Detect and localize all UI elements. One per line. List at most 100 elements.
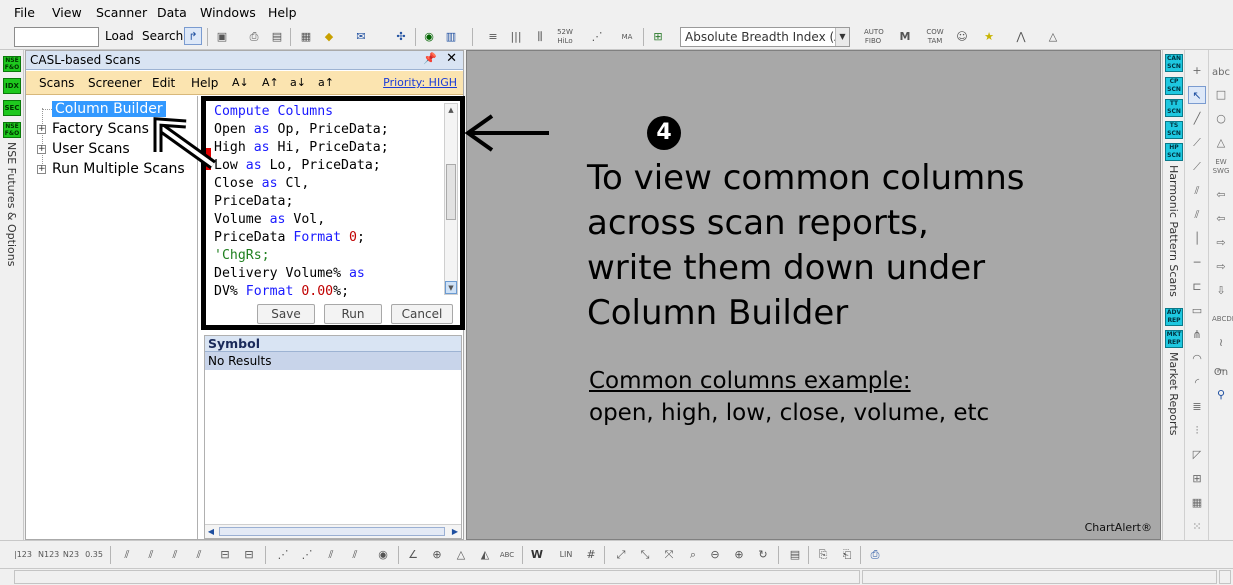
panel-menu-edit[interactable]: Edit xyxy=(152,76,175,90)
panel-menu-help[interactable]: Help xyxy=(191,76,218,90)
triangle-icon[interactable]: △ xyxy=(1044,28,1062,46)
brackets-icon[interactable]: ⊏ xyxy=(1188,278,1206,296)
trend-4-icon[interactable]: ⫽ xyxy=(346,546,364,564)
print-preview-icon[interactable]: ▤ xyxy=(268,28,286,46)
mail-icon[interactable]: ✉ xyxy=(352,28,370,46)
idx-button[interactable]: IDX xyxy=(3,78,21,94)
crosshair-icon[interactable]: + xyxy=(1188,62,1206,80)
symbol-input[interactable] xyxy=(14,27,99,47)
panel-menu-scans[interactable]: Scans xyxy=(39,76,74,90)
sl-channel-icon[interactable]: ⫽ xyxy=(1188,206,1206,224)
results-header-symbol[interactable]: Symbol xyxy=(205,336,461,352)
ma-icon[interactable]: MA xyxy=(618,28,636,46)
box-grid-icon[interactable]: ▦ xyxy=(1188,494,1206,512)
arrow-right-down-icon[interactable]: ⇨ xyxy=(1212,258,1230,276)
scroll-left-icon[interactable]: ◀ xyxy=(205,525,217,538)
scroll-thumb[interactable] xyxy=(446,164,456,220)
copy-icon[interactable]: ⎘ xyxy=(814,546,832,564)
window-icon[interactable]: ▥ xyxy=(442,28,460,46)
chart-area[interactable]: 4 To view common columns across scan rep… xyxy=(466,50,1161,540)
code-line[interactable]: Open as Op, PriceData; xyxy=(214,121,448,139)
chart-type-3-icon[interactable]: ⫽ xyxy=(166,546,184,564)
casl-code[interactable]: Compute Columns Open as Op, PriceData; Hig… xyxy=(214,103,448,301)
channel-icon[interactable]: ⫽ xyxy=(1188,182,1206,200)
code-line[interactable]: High as Hi, PriceData; xyxy=(214,139,448,157)
nse-fo-button-2[interactable]: NSE F&O xyxy=(3,122,21,138)
chart-type-1-icon[interactable]: ⫽ xyxy=(118,546,136,564)
indicator-select[interactable]: Absolute Breadth Index (ABI ▼ xyxy=(680,27,850,47)
tree-node-user-scans[interactable]: User Scans xyxy=(52,141,130,157)
priority-link[interactable]: Priority: HIGH xyxy=(383,76,457,89)
triangle-3-icon[interactable]: ◭ xyxy=(476,546,494,564)
pin-icon[interactable]: 📌 xyxy=(423,52,437,65)
zoom-plus-icon[interactable]: ⊕ xyxy=(730,546,748,564)
datafeed-icon[interactable]: ▦ xyxy=(297,28,315,46)
save-icon[interactable]: ▣ xyxy=(213,28,231,46)
export-icon[interactable]: ⎙ xyxy=(866,546,884,564)
resize-grip[interactable] xyxy=(1219,570,1231,584)
arc-icon[interactable]: ◠ xyxy=(1188,350,1206,368)
code-line[interactable]: Delivery Volume% as xyxy=(214,265,448,283)
rectangle-icon[interactable]: □ xyxy=(1212,86,1230,104)
trend-3-icon[interactable]: ⫽ xyxy=(322,546,340,564)
code-line[interactable]: 'ChgRs; xyxy=(214,247,448,265)
save-button[interactable]: Save xyxy=(257,304,315,324)
cancel-button[interactable]: Cancel xyxy=(391,304,453,324)
code-line[interactable]: Close as Cl, xyxy=(214,175,448,193)
chart-type-4-icon[interactable]: ⫽ xyxy=(190,546,208,564)
scroll-up-icon[interactable]: ▲ xyxy=(445,104,457,117)
globe-icon[interactable]: ◉ xyxy=(420,28,438,46)
arrow-right-icon[interactable]: ⇨ xyxy=(1212,234,1230,252)
fan-icon[interactable]: ⋔ xyxy=(1188,326,1206,344)
close-icon[interactable]: ✕ xyxy=(446,51,457,66)
code-line[interactable]: PriceData Format 0; xyxy=(214,229,448,247)
people-icon[interactable]: ☺ xyxy=(953,28,971,46)
print-icon[interactable]: ⎙ xyxy=(245,28,263,46)
grid-icon[interactable]: ⊞ xyxy=(1188,470,1206,488)
mkt-rep-button[interactable]: MKT REP xyxy=(1165,330,1183,348)
rectangle-lines-icon[interactable]: ▭ xyxy=(1188,302,1206,320)
can-scn-button[interactable]: CAN SCN xyxy=(1165,54,1183,72)
code-line[interactable]: DV% Format 0.00%; xyxy=(214,283,448,301)
scroll-down-icon[interactable]: ▼ xyxy=(445,281,457,294)
triangle-2-icon[interactable]: △ xyxy=(452,546,470,564)
code-line[interactable]: Volume as Vol, xyxy=(214,211,448,229)
numbers-2-icon[interactable]: N23 xyxy=(62,546,80,564)
menu-windows[interactable]: Windows xyxy=(200,5,256,20)
lin-button[interactable]: LIN xyxy=(556,546,576,564)
arrow-down-icon[interactable]: ⇩ xyxy=(1212,282,1230,300)
font-increase-button[interactable]: A↑ xyxy=(262,76,279,89)
ellipse-icon[interactable]: ○ xyxy=(1212,110,1230,128)
filter-icon[interactable]: ≡ xyxy=(484,28,502,46)
pointer-icon[interactable]: ↱ xyxy=(184,27,202,45)
abc-icon[interactable]: ABC xyxy=(498,546,516,564)
on-label[interactable]: On xyxy=(1212,364,1230,382)
market-reports-label[interactable]: Market Reports xyxy=(1167,352,1180,436)
bars-123-icon[interactable]: |123 xyxy=(14,546,32,564)
sl-line-icon[interactable]: ⟋ xyxy=(1188,134,1206,152)
dotted-grid-icon[interactable]: ⁙ xyxy=(1188,518,1206,536)
sec-button[interactable]: SEC xyxy=(3,100,21,116)
abcde-icon[interactable]: ABCDE xyxy=(1212,310,1233,328)
notes-icon[interactable]: ▤ xyxy=(786,546,804,564)
move-icon[interactable]: ⤧ xyxy=(660,546,678,564)
run-button[interactable]: Run xyxy=(324,304,382,324)
ew-swing-icon[interactable]: EW SWG xyxy=(1212,158,1230,176)
arrow-left-icon[interactable]: ⇦ xyxy=(1212,210,1230,228)
menu-file[interactable]: File xyxy=(14,5,35,20)
expand-icon[interactable]: + xyxy=(37,145,46,154)
align-icon[interactable]: ⊟ xyxy=(216,546,234,564)
52w-hilo-icon[interactable]: 52W HiLo xyxy=(556,28,574,46)
fit-icon[interactable]: ⤢ xyxy=(612,546,630,564)
pivot-icon[interactable]: M xyxy=(896,28,914,46)
speed-lines-icon[interactable]: ⫶ xyxy=(1188,422,1206,440)
gann-fan-icon[interactable]: ◸ xyxy=(1188,446,1206,464)
adv-rep-button[interactable]: ADV REP xyxy=(1165,308,1183,326)
magnify-icon[interactable]: ⌕ xyxy=(684,546,702,564)
code-editor[interactable]: Compute Columns Open as Op, PriceData; Hig… xyxy=(201,96,465,330)
hp-scn-button[interactable]: HP SCN xyxy=(1165,143,1183,161)
small-font-increase-button[interactable]: a↑ xyxy=(318,76,334,89)
nse-fo-button[interactable]: NSE F&O xyxy=(3,56,21,72)
refresh-icon[interactable]: ↻ xyxy=(754,546,772,564)
ts-scn-button[interactable]: TS SCN xyxy=(1165,121,1183,139)
